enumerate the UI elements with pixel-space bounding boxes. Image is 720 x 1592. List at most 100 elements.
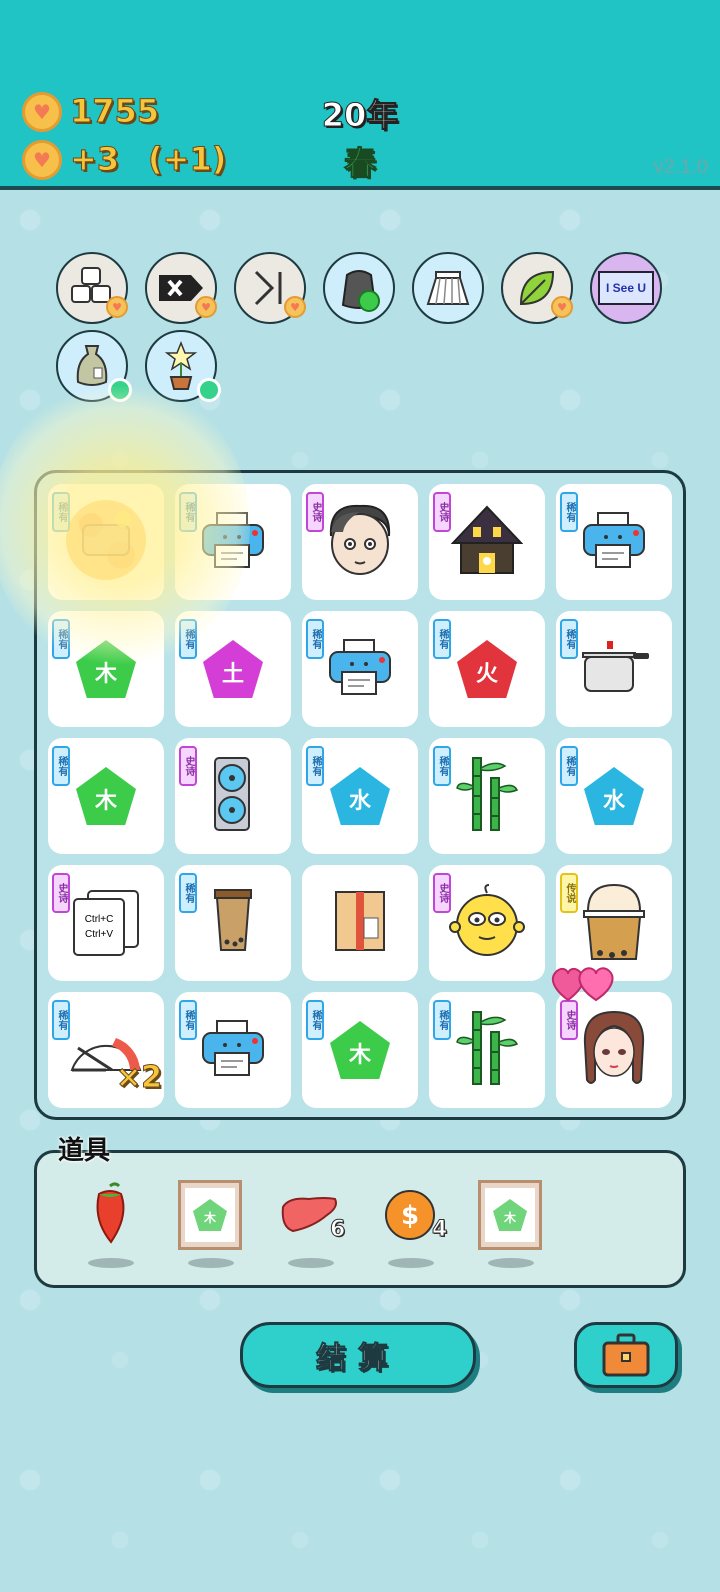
relic-skip[interactable]: ♥ <box>234 252 306 324</box>
item-liver[interactable]: 6 <box>270 1175 350 1255</box>
board-cell-wood-gem[interactable]: 稀有木 <box>302 992 418 1108</box>
board-cell-bubble-tea-cup[interactable]: 稀有 <box>175 865 291 981</box>
item-dollar-coin[interactable]: $ 4 <box>370 1175 450 1255</box>
parcel-box-icon <box>332 888 388 958</box>
dollar-coin-icon: $ <box>385 1190 435 1240</box>
relic-i-see-u[interactable]: I See U <box>590 252 662 324</box>
board-cell-copy-paste[interactable]: 史诗 Ctrl+C Ctrl+V <box>48 865 164 981</box>
rarity-tag: 史诗 <box>179 746 197 786</box>
season-label: 春 <box>343 144 376 183</box>
earth-gem-icon: 土 <box>203 640 263 698</box>
item-wood-gem-frame[interactable]: 木 <box>170 1175 250 1255</box>
pressure-cooker-burst-icon <box>61 495 151 589</box>
version-label: v2.1.0 <box>653 156 708 178</box>
rarity-tag: 稀有 <box>433 619 451 659</box>
svg-text:$: $ <box>401 1201 419 1231</box>
rarity-tag: 稀有 <box>433 746 451 786</box>
relic-skirt[interactable] <box>412 252 484 324</box>
relic-delete-tag[interactable]: ♥ <box>145 252 217 324</box>
multiplier-label: ×2 <box>115 1060 163 1096</box>
rarity-tag: 史诗 <box>560 1000 578 1040</box>
item-shadow <box>88 1258 134 1268</box>
income-value: +3 <box>69 140 120 179</box>
board-cell-printer[interactable]: 稀有 <box>556 484 672 600</box>
board-cell-printer[interactable]: 稀有 <box>302 611 418 727</box>
items-title: 道具 <box>58 1136 111 1166</box>
board-cell-wood-gem[interactable]: 稀有木 <box>48 738 164 854</box>
green-dot-badge <box>108 378 132 402</box>
sack-icon <box>76 345 108 386</box>
printer-icon <box>199 1019 267 1081</box>
graphics-card-icon <box>211 756 255 836</box>
haunted-house-icon <box>450 505 524 579</box>
item-count: 6 <box>329 1217 346 1243</box>
coin-icon: ♥ <box>22 92 62 132</box>
board-cell-earth-gem[interactable]: 稀有土 <box>175 611 291 727</box>
rarity-tag: 史诗 <box>306 492 324 532</box>
board-cell-wood-gem[interactable]: 稀有木 <box>48 611 164 727</box>
board-cell-man-face[interactable]: 史诗 <box>302 484 418 600</box>
star-plant-icon <box>164 341 198 390</box>
item-chili-pepper[interactable] <box>70 1175 150 1255</box>
item-shadow <box>488 1258 534 1268</box>
rarity-tag: 稀有 <box>52 619 70 659</box>
bonus-value: (+1) <box>147 140 227 179</box>
board-cell-water-gem[interactable]: 稀有水 <box>556 738 672 854</box>
rarity-tag: 稀有 <box>52 492 70 532</box>
briefcase-icon <box>602 1333 650 1377</box>
board-cell-girl-face[interactable]: 史诗 <box>556 992 672 1108</box>
board-cell-yellow-face[interactable]: 史诗 <box>429 865 545 981</box>
rarity-tag: 稀有 <box>306 1000 324 1040</box>
board-cell-printer[interactable]: 稀有 <box>175 992 291 1108</box>
printer-icon <box>580 511 648 573</box>
settle-button[interactable]: 结算 <box>240 1322 476 1388</box>
board-cell-fire-gem[interactable]: 稀有火 <box>429 611 545 727</box>
frame-icon: 木 <box>478 1180 542 1250</box>
board-cell-bamboo[interactable]: 稀有 <box>429 738 545 854</box>
copy-paste-icon: Ctrl+C Ctrl+V <box>71 888 141 958</box>
rarity-tag: 稀有 <box>52 1000 70 1040</box>
bamboo-icon <box>455 1008 519 1092</box>
rarity-tag: 稀有 <box>560 619 578 659</box>
board-cell-haunted-house[interactable]: 史诗 <box>429 484 545 600</box>
board-cell-pressure-cooker[interactable]: 稀有 <box>556 611 672 727</box>
heart-badge-icon: ♥ <box>284 296 306 318</box>
bubble-tea-cup-icon <box>211 888 255 958</box>
rarity-tag: 稀有 <box>179 1000 197 1040</box>
wood-gem-icon: 木 <box>493 1199 527 1231</box>
heart-badge-icon: ♥ <box>195 296 217 318</box>
relic-star-plant[interactable] <box>145 330 221 402</box>
rarity-tag: 史诗 <box>433 873 451 913</box>
printer-icon <box>326 638 394 700</box>
fire-gem-icon: 火 <box>457 640 517 698</box>
relic-sugar-cubes[interactable]: ♥ <box>56 252 128 324</box>
rarity-tag: 稀有 <box>433 1000 451 1040</box>
item-shadow <box>188 1258 234 1268</box>
green-dot-badge <box>197 378 221 402</box>
inventory-button[interactable] <box>574 1322 678 1388</box>
relic-leaf[interactable]: ♥ <box>501 252 573 324</box>
printer-icon <box>199 511 267 573</box>
board-cell-graphics-card[interactable]: 史诗 <box>175 738 291 854</box>
item-count: 4 <box>431 1217 448 1243</box>
relic-sack[interactable] <box>56 330 132 402</box>
board-cell-parcel-box[interactable] <box>302 865 418 981</box>
paste-text: Ctrl+V <box>84 929 114 940</box>
board-cell-water-gem[interactable]: 稀有水 <box>302 738 418 854</box>
bamboo-icon <box>455 754 519 838</box>
board-cell-pressure-cooker-burst[interactable]: 稀有 <box>48 484 164 600</box>
year-label: 20年 <box>321 96 399 135</box>
big-bubble-tea-icon <box>582 881 646 965</box>
rarity-tag: 稀有 <box>179 873 197 913</box>
relic-recycle-bag[interactable] <box>323 252 395 324</box>
heart-badge-icon: ♥ <box>551 296 573 318</box>
item-shadow <box>288 1258 334 1268</box>
board-cell-printer[interactable]: 稀有 <box>175 484 291 600</box>
rarity-tag: 史诗 <box>52 873 70 913</box>
i-see-u-sign: I See U <box>598 271 654 305</box>
board-cell-bamboo[interactable]: 稀有 <box>429 992 545 1108</box>
girl-face-icon <box>579 1008 649 1092</box>
rarity-tag: 稀有 <box>306 746 324 786</box>
wood-gem-icon: 木 <box>193 1199 227 1231</box>
item-wood-gem-frame[interactable]: 木 <box>470 1175 550 1255</box>
